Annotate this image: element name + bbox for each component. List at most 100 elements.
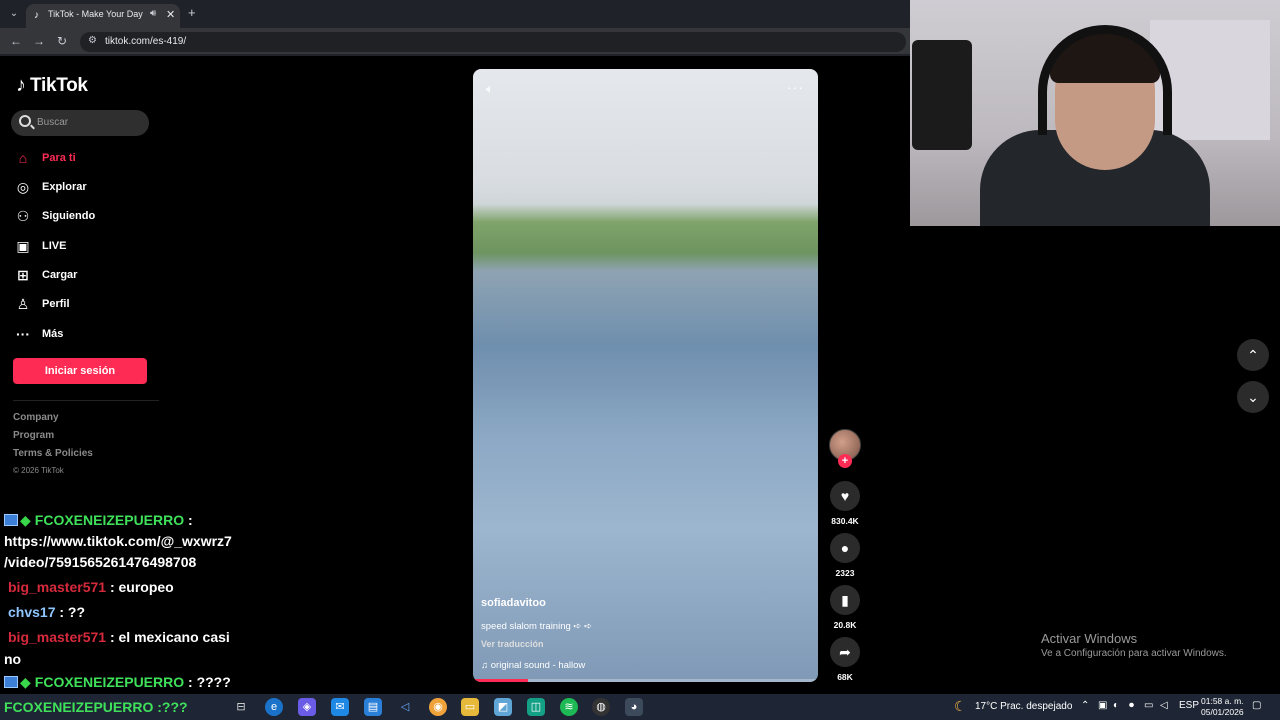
live-icon: ▣ (16, 237, 30, 254)
follow-plus-icon[interactable]: + (838, 454, 852, 468)
tray-expand-icon[interactable]: ⌃ (1081, 700, 1089, 711)
tiktok-logo[interactable]: ♪ TikTok (16, 74, 88, 97)
chevron-down-icon: ⌄ (1247, 389, 1259, 405)
chat-message: : el mexicano casi (106, 629, 230, 645)
nav-label: Cargar (42, 269, 78, 281)
microphone-icon[interactable]: ⏺ (1129, 700, 1134, 711)
login-button[interactable]: Iniciar sesión (13, 358, 147, 384)
nav-perfil[interactable]: ♙ Perfil (14, 293, 70, 315)
url-field[interactable]: ⚙ tiktok.com/es-419/ (80, 32, 906, 52)
share-icon: ➦ (839, 644, 851, 660)
chat-user: FCOXENEIZEPUERRO (34, 512, 185, 528)
share-button[interactable]: ➦ (830, 637, 860, 667)
nav-cargar[interactable]: ⊞ Cargar (14, 264, 77, 286)
nav-explorar[interactable]: ◎ Explorar (14, 176, 87, 198)
tab-audio-icon[interactable]: 🔊︎ (150, 8, 156, 19)
weather-icon[interactable]: ☾ (954, 698, 967, 715)
volume-icon[interactable]: 🔈︎ (486, 81, 494, 97)
comment-icon: ● (840, 540, 850, 556)
comment-count: 2323 (835, 568, 855, 578)
footer-program[interactable]: Program (13, 430, 54, 441)
footer-terms[interactable]: Terms & Policies (13, 448, 93, 459)
chat-line: /video/7591565261476498708 (4, 554, 197, 570)
tray-record-icon[interactable]: ◐ (1113, 700, 1119, 711)
tiktok-note-icon: ♪ (16, 74, 26, 96)
clock-time: 01:58 a. m. (1201, 696, 1244, 706)
spotify-icon[interactable]: ≋ (560, 698, 578, 716)
edge-icon[interactable]: e (265, 698, 283, 716)
task-view-icon[interactable]: ⊟ (232, 698, 250, 716)
next-video-button[interactable]: ⌄ (1237, 381, 1269, 413)
nav-label: LIVE (42, 240, 67, 252)
search-placeholder: Buscar (37, 117, 69, 128)
back-icon[interactable]: ← (10, 34, 22, 48)
previous-video-button[interactable]: ⌃ (1237, 339, 1269, 371)
clock[interactable]: 01:58 a. m. 05/01/2026 (1201, 696, 1244, 718)
chat-line: ◆ FCOXENEIZEPUERRO : (4, 512, 193, 529)
webcam-jersey (912, 40, 972, 150)
chevron-up-icon: ⌃ (1247, 347, 1259, 363)
address-bar-row: ← → ↻ ⚙ tiktok.com/es-419/ (0, 28, 910, 56)
notifications-icon[interactable]: ▢ (1252, 700, 1261, 711)
chat-user: big_master571 (8, 629, 107, 645)
url-text: tiktok.com/es-419/ (105, 36, 187, 47)
chat-line: ◆ FCOXENEIZEPUERRO : ???? (4, 674, 231, 691)
nav-para-ti[interactable]: ⌂ Para ti (14, 147, 76, 169)
comment-button[interactable]: ● (830, 533, 860, 563)
volume-tray-icon[interactable]: ◁ (1160, 700, 1168, 711)
obs-icon[interactable]: ◍ (592, 698, 610, 716)
nav-siguiendo[interactable]: ⚇ Siguiendo (14, 205, 95, 227)
mail-icon[interactable]: ✉ (331, 698, 349, 716)
tiktok-favicon-icon: ♪ (34, 10, 39, 21)
copilot-icon[interactable]: ◈ (298, 698, 316, 716)
browser-tab-bar: ⌄ ♪ TikTok - Make Your Day 🔊︎ ✕ + (0, 0, 910, 28)
divider (13, 400, 159, 401)
network-icon[interactable]: ▭ (1144, 700, 1153, 711)
upload-icon: ⊞ (17, 266, 29, 283)
search-input[interactable]: Buscar (11, 110, 149, 136)
chat-message: : europeo (106, 579, 174, 595)
more-options-icon[interactable]: ··· (787, 79, 804, 95)
like-button[interactable]: ♥ (830, 481, 860, 511)
reload-icon[interactable]: ↻ (57, 34, 67, 48)
user-follow-icon: ⚇ (16, 207, 30, 224)
tray-app-icon[interactable]: ▣ (1098, 700, 1107, 711)
nav-label: Siguiendo (42, 210, 96, 222)
chat-separator: : (184, 512, 193, 528)
nav-live[interactable]: ▣ LIVE (14, 235, 66, 257)
share-count: 68K (837, 672, 853, 682)
chat-line: https://www.tiktok.com/@_wxwrz7 (4, 533, 232, 549)
chat-message: : ???? (184, 674, 231, 690)
clock-date: 05/01/2026 (1201, 707, 1244, 717)
chrome-icon[interactable]: ◕ (625, 698, 643, 716)
weather-text[interactable]: 17°C Prac. despejado (975, 701, 1072, 712)
webcam-feed (910, 0, 1280, 226)
app-icon[interactable]: ◫ (527, 698, 545, 716)
translate-link[interactable]: Ver traducción (481, 639, 544, 649)
vscode-icon[interactable]: ◁ (396, 698, 414, 716)
new-tab-icon[interactable]: + (188, 5, 196, 20)
file-explorer-icon[interactable]: ▭ (461, 698, 479, 716)
video-sound[interactable]: ♫ original sound - hallow (481, 660, 585, 671)
heart-icon: ♥ (840, 488, 850, 504)
nav-mas[interactable]: ··· Más (14, 323, 63, 345)
language-indicator[interactable]: ESP (1179, 700, 1199, 711)
video-username[interactable]: sofiadavitoo (481, 597, 546, 609)
nav-label: Explorar (42, 181, 87, 193)
taskbar: FCOXENEIZEPUERRO :??? ⊟ e ◈ ✉ ▤ ◁ ◉ ▭ ◩ … (0, 694, 1280, 720)
tab-close-icon[interactable]: ✕ (166, 8, 175, 21)
tab-search-icon[interactable]: ⌄ (6, 6, 22, 22)
diamond-icon: ◆ (20, 674, 31, 690)
save-button[interactable]: ▮ (830, 585, 860, 615)
browser-tab[interactable]: ♪ TikTok - Make Your Day 🔊︎ ✕ (26, 4, 180, 28)
store-icon[interactable]: ▤ (364, 698, 382, 716)
forward-icon[interactable]: → (33, 34, 45, 48)
browser-app-icon[interactable]: ◉ (429, 698, 447, 716)
video-progress-bar[interactable] (473, 679, 818, 682)
nav-label: Más (42, 328, 64, 340)
photos-icon[interactable]: ◩ (494, 698, 512, 716)
site-info-icon[interactable]: ⚙ (88, 35, 97, 46)
video-player[interactable]: 🔈︎ ··· sofiadavitoo speed slalom trainin… (473, 69, 818, 682)
footer-company[interactable]: Company (13, 412, 59, 423)
compass-icon: ◎ (16, 178, 30, 195)
